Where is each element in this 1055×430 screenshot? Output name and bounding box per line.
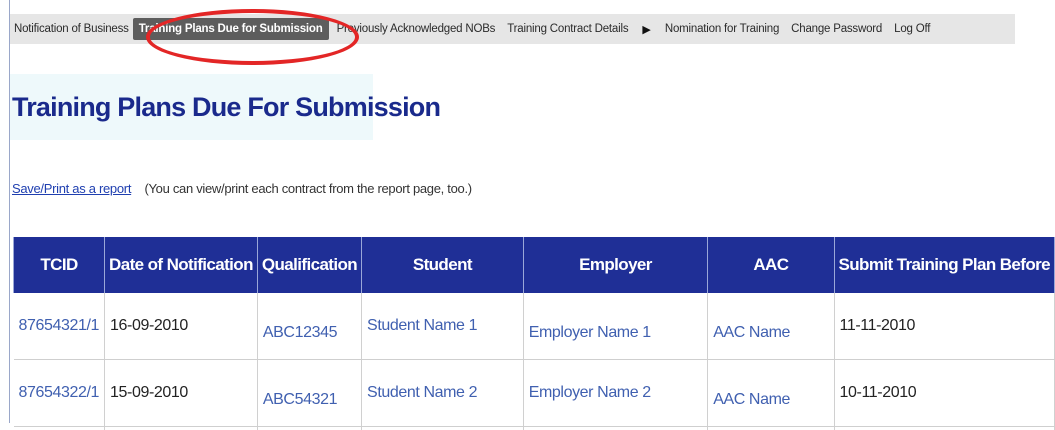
column-header-tcid[interactable]: TCID xyxy=(14,237,105,293)
cell-student-link[interactable]: Student Name 2 xyxy=(362,360,524,427)
nav-item-training-plans-due[interactable]: Training Plans Due for Submission xyxy=(133,18,329,40)
cell-submit-before: 10-11-2010 xyxy=(834,360,1054,427)
cell-employer-link[interactable]: Employer Name 2 xyxy=(523,360,707,427)
save-print-report-link[interactable]: Save/Print as a report xyxy=(12,181,131,196)
cell-aac-link[interactable]: AAC Name xyxy=(708,293,834,360)
table-spacer-row xyxy=(14,427,1055,430)
table-header-row: TCID Date of Notification Qualification … xyxy=(14,237,1055,293)
cell-tcid-link[interactable]: 87654322/1 xyxy=(14,360,105,427)
window-frame-left xyxy=(9,0,10,423)
cell-date-of-notification: 16-09-2010 xyxy=(105,293,258,360)
column-header-submit-before[interactable]: Submit Training Plan Before xyxy=(834,237,1054,293)
column-header-student[interactable]: Student xyxy=(362,237,524,293)
nav-item-previously-acknowledged-nobs[interactable]: Previously Acknowledged NOBs xyxy=(331,14,502,44)
cell-student-link[interactable]: Student Name 1 xyxy=(362,293,524,360)
column-header-aac[interactable]: AAC xyxy=(708,237,834,293)
table-row[interactable]: 87654321/1 16-09-2010 ABC12345 Student N… xyxy=(14,293,1055,360)
nav-item-log-off[interactable]: Log Off xyxy=(888,14,936,44)
training-plans-table: TCID Date of Notification Qualification … xyxy=(13,237,1055,430)
column-header-date-of-notification[interactable]: Date of Notification xyxy=(105,237,258,293)
report-note: (You can view/print each contract from t… xyxy=(144,181,471,196)
spacer-cell xyxy=(362,427,524,430)
cell-employer-link[interactable]: Employer Name 1 xyxy=(523,293,707,360)
cell-tcid-link[interactable]: 87654321/1 xyxy=(14,293,105,360)
nav-item-change-password[interactable]: Change Password xyxy=(785,14,888,44)
top-nav-bar: Notification of Business Training Plans … xyxy=(10,14,1015,44)
spacer-cell xyxy=(257,427,361,430)
cell-qualification-link[interactable]: ABC54321 xyxy=(257,360,361,427)
spacer-cell xyxy=(105,427,258,430)
column-header-qualification[interactable]: Qualification xyxy=(257,237,361,293)
cell-qualification-link[interactable]: ABC12345 xyxy=(257,293,361,360)
nav-item-training-contract-details[interactable]: Training Contract Details xyxy=(501,14,634,44)
table-row[interactable]: 87654322/1 15-09-2010 ABC54321 Student N… xyxy=(14,360,1055,427)
spacer-cell xyxy=(834,427,1054,430)
spacer-cell xyxy=(14,427,105,430)
cell-aac-link[interactable]: AAC Name xyxy=(708,360,834,427)
triangle-right-icon[interactable]: ▶ xyxy=(634,23,658,36)
cell-date-of-notification: 15-09-2010 xyxy=(105,360,258,427)
spacer-cell xyxy=(708,427,834,430)
nav-item-notification-of-business[interactable]: Notification of Business xyxy=(10,14,131,44)
cell-submit-before: 11-11-2010 xyxy=(834,293,1054,360)
column-header-employer[interactable]: Employer xyxy=(523,237,707,293)
spacer-cell xyxy=(523,427,707,430)
nav-item-nomination-for-training[interactable]: Nomination for Training xyxy=(659,14,785,44)
report-line: Save/Print as a report (You can view/pri… xyxy=(12,181,472,196)
page-title: Training Plans Due For Submission xyxy=(12,92,440,123)
